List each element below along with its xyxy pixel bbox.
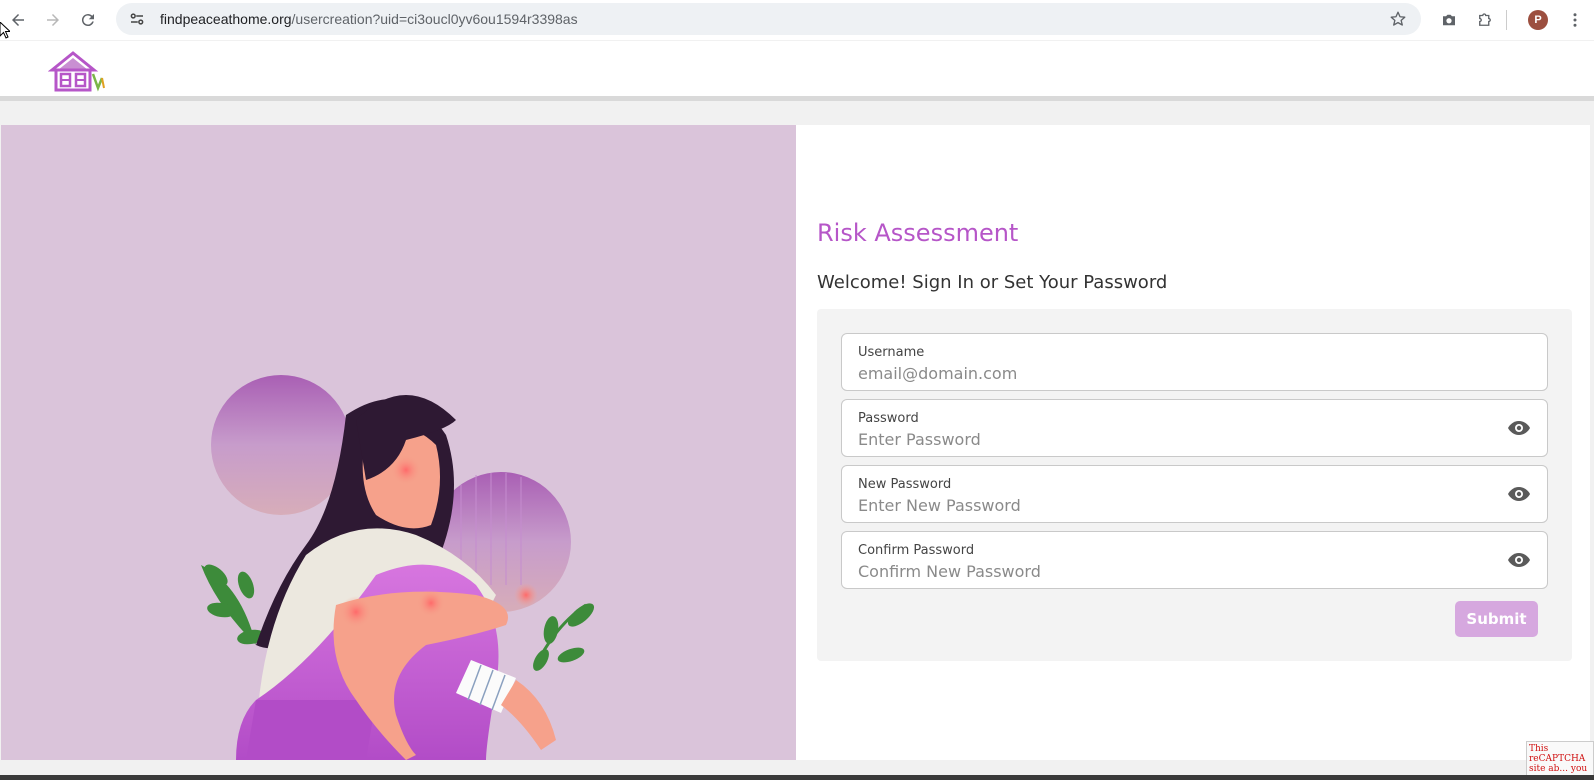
- site-header: [0, 41, 1594, 101]
- page-subtitle: Welcome! Sign In or Set Your Password: [817, 272, 1168, 293]
- divider: [1506, 10, 1507, 30]
- url-domain: findpeaceathome.org: [160, 11, 292, 27]
- reload-icon: [81, 14, 94, 27]
- site-logo-icon[interactable]: [48, 50, 108, 92]
- new-password-input[interactable]: [858, 496, 1478, 515]
- password-field[interactable]: Password: [841, 399, 1548, 457]
- login-panel: Risk Assessment Welcome! Sign In or Set …: [796, 125, 1590, 760]
- forward-button[interactable]: [35, 2, 71, 38]
- new-password-label: New Password: [858, 477, 952, 492]
- username-label: Username: [858, 345, 925, 360]
- star-icon[interactable]: [1389, 10, 1407, 28]
- address-bar[interactable]: findpeaceathome.org/usercreation?uid=ci3…: [116, 3, 1421, 35]
- browser-toolbar: findpeaceathome.org/usercreation?uid=ci3…: [0, 0, 1594, 40]
- puzzle-icon[interactable]: [1476, 11, 1494, 29]
- mouse-cursor-icon: [0, 22, 10, 39]
- sitting-woman-illustration: [201, 375, 595, 760]
- main-content: Risk Assessment Welcome! Sign In or Set …: [1, 125, 1590, 760]
- login-form: Username Password New Password Confirm P…: [817, 309, 1572, 661]
- more-vert-icon[interactable]: [1566, 11, 1584, 29]
- username-input[interactable]: [858, 364, 1478, 383]
- url-text: findpeaceathome.org/usercreation?uid=ci3…: [160, 11, 578, 27]
- recaptcha-text: This reCAPTCHA site ab... you a: [1529, 744, 1588, 776]
- site-settings-icon[interactable]: [128, 10, 146, 28]
- recaptcha-badge[interactable]: This reCAPTCHA site ab... you a: [1526, 741, 1594, 777]
- new-password-field[interactable]: New Password: [841, 465, 1548, 523]
- confirm-password-field[interactable]: Confirm Password: [841, 531, 1548, 589]
- eye-icon[interactable]: [1507, 550, 1531, 570]
- password-label: Password: [858, 411, 919, 426]
- username-field[interactable]: Username: [841, 333, 1548, 391]
- password-input[interactable]: [858, 430, 1478, 449]
- eye-icon[interactable]: [1507, 418, 1531, 438]
- confirm-password-input[interactable]: [858, 562, 1478, 581]
- profile-avatar[interactable]: P: [1528, 10, 1548, 30]
- confirm-password-label: Confirm Password: [858, 543, 975, 558]
- reload-button[interactable]: [70, 2, 106, 38]
- camera-icon[interactable]: [1440, 11, 1458, 29]
- page-title: Risk Assessment: [817, 219, 1019, 247]
- forward-arrow-icon: [47, 14, 59, 26]
- back-arrow-icon: [12, 14, 24, 26]
- url-path: /usercreation?uid=ci3oucl0yv6ou1594r3398…: [291, 11, 578, 27]
- illustration-panel: [1, 125, 796, 760]
- submit-button[interactable]: Submit: [1455, 601, 1538, 637]
- bottom-bar: [0, 775, 1594, 780]
- eye-icon[interactable]: [1507, 484, 1531, 504]
